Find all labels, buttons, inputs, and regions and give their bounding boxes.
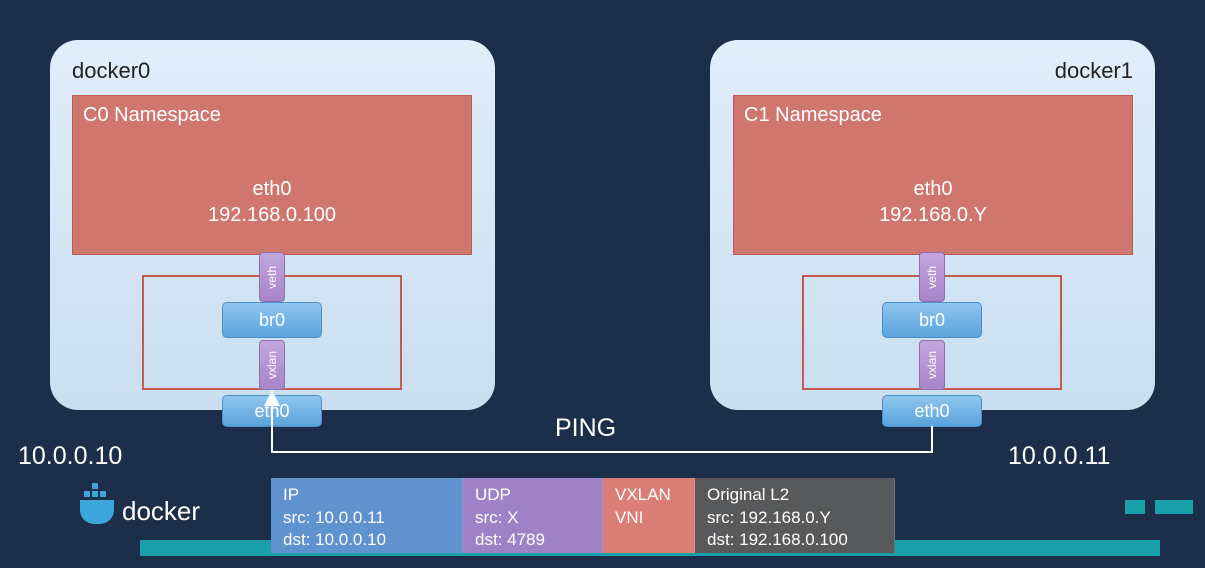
veth-left: veth — [259, 252, 285, 302]
host-iface-left: eth0 — [222, 395, 322, 427]
namespace-title-c1: C1 Namespace — [744, 104, 882, 127]
docker-logo-text: docker — [122, 496, 200, 527]
seg-l2-src: src: 192.168.0.Y — [707, 507, 882, 529]
host-docker0: docker0 C0 Namespace eth0 192.168.0.100 … — [50, 40, 495, 410]
namespace-c1: C1 Namespace eth0 192.168.0.Y — [733, 95, 1133, 255]
footer-dash-2 — [1125, 500, 1145, 514]
container-iface-c0: eth0 192.168.0.100 — [73, 176, 471, 228]
iface-name-c0: eth0 — [73, 176, 471, 202]
iface-name-c1: eth0 — [734, 176, 1132, 202]
veth-right: veth — [919, 252, 945, 302]
bridge-left: br0 — [222, 302, 322, 338]
seg-ip-src: src: 10.0.0.11 — [283, 507, 450, 529]
whale-icon — [80, 500, 114, 524]
namespace-title-c0: C0 Namespace — [83, 104, 221, 127]
iface-ip-c0: 192.168.0.100 — [73, 202, 471, 228]
seg-udp-title: UDP — [475, 484, 590, 506]
host-title-left: docker0 — [72, 58, 150, 84]
footer-dash — [1155, 500, 1193, 514]
encapsulated-packet: IP src: 10.0.0.11 dst: 10.0.0.10 UDP src… — [271, 478, 895, 553]
ping-label: PING — [555, 414, 616, 443]
host-docker1: docker1 C1 Namespace eth0 192.168.0.Y ve… — [710, 40, 1155, 410]
seg-udp-src: src: X — [475, 507, 590, 529]
docker-logo: docker — [80, 496, 200, 527]
seg-udp-dst: dst: 4789 — [475, 529, 590, 551]
packet-segment-udp: UDP src: X dst: 4789 — [463, 478, 603, 553]
packet-segment-ip: IP src: 10.0.0.11 dst: 10.0.0.10 — [271, 478, 463, 553]
seg-ip-title: IP — [283, 484, 450, 506]
seg-vxlan-vni: VNI — [615, 507, 682, 529]
namespace-c0: C0 Namespace eth0 192.168.0.100 — [72, 95, 472, 255]
host-iface-right: eth0 — [882, 395, 982, 427]
seg-l2-title: Original L2 — [707, 484, 882, 506]
host-title-right: docker1 — [1055, 58, 1133, 84]
vxlan-left: vxlan — [259, 340, 285, 390]
packet-segment-l2: Original L2 src: 192.168.0.Y dst: 192.16… — [695, 478, 895, 553]
container-iface-c1: eth0 192.168.0.Y — [734, 176, 1132, 228]
host-ip-right: 10.0.0.11 — [1008, 442, 1110, 471]
seg-ip-dst: dst: 10.0.0.10 — [283, 529, 450, 551]
bridge-right: br0 — [882, 302, 982, 338]
vxlan-right: vxlan — [919, 340, 945, 390]
packet-segment-vxlan: VXLAN VNI — [603, 478, 695, 553]
iface-ip-c1: 192.168.0.Y — [734, 202, 1132, 228]
seg-vxlan-title: VXLAN — [615, 484, 682, 506]
seg-l2-dst: dst: 192.168.0.100 — [707, 529, 882, 551]
host-ip-left: 10.0.0.10 — [18, 442, 122, 471]
